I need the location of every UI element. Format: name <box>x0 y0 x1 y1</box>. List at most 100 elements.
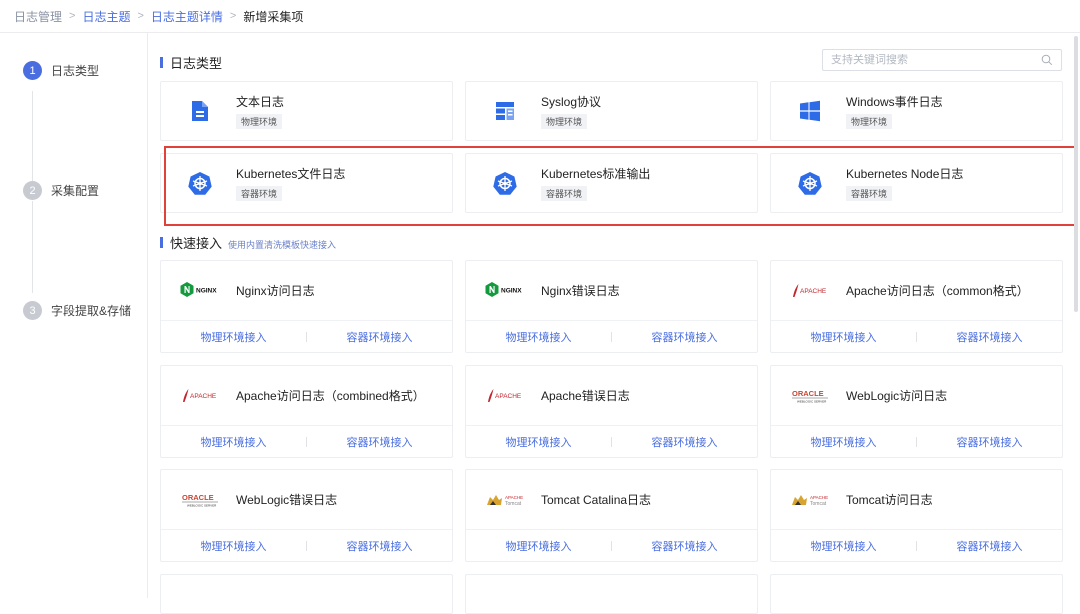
physical-env-access-link[interactable]: 物理环境接入 <box>161 434 306 450</box>
container-env-access-link[interactable]: 容器环境接入 <box>307 329 452 345</box>
log-type-card-text[interactable]: 文本日志 物理环境 <box>160 81 453 141</box>
quick-access-card: APACHE Tomcat Tomcat访问日志 物理环境接入 容器环境接入 <box>770 469 1063 562</box>
quick-card-partial[interactable] <box>770 574 1063 614</box>
step-connector <box>32 201 33 293</box>
breadcrumb-item-log-management[interactable]: 日志管理 <box>14 8 62 25</box>
quick-card-header: NGINX Nginx访问日志 <box>161 261 452 320</box>
quick-card-footer: 物理环境接入 容器环境接入 <box>161 320 452 353</box>
physical-env-access-link[interactable]: 物理环境接入 <box>161 329 306 345</box>
quick-card-title: WebLogic访问日志 <box>846 389 948 403</box>
physical-env-access-link[interactable]: 物理环境接入 <box>466 538 611 554</box>
container-env-access-link[interactable]: 容器环境接入 <box>612 434 757 450</box>
physical-env-access-link[interactable]: 物理环境接入 <box>771 538 916 554</box>
quick-access-card: NGINX Nginx访问日志 物理环境接入 容器环境接入 <box>160 260 453 353</box>
kubernetes-icon <box>798 171 822 195</box>
env-tag: 物理环境 <box>236 114 283 129</box>
quick-card-partial[interactable] <box>160 574 453 614</box>
log-type-card-windows[interactable]: Windows事件日志 物理环境 <box>770 81 1063 141</box>
breadcrumb-separator-icon: > <box>69 10 76 22</box>
quick-card-partial[interactable] <box>465 574 758 614</box>
container-env-access-link[interactable]: 容器环境接入 <box>917 329 1062 345</box>
quick-card-header: APACHE Apache访问日志（combined格式） <box>161 366 452 425</box>
step-number: 3 <box>23 301 42 320</box>
log-type-card-syslog[interactable]: Syslog协议 物理环境 <box>465 81 758 141</box>
quick-card-title: Nginx访问日志 <box>236 284 315 298</box>
breadcrumb-item-current: 新增采集项 <box>243 9 304 24</box>
top-divider <box>0 32 1080 33</box>
breadcrumb: 日志管理 > 日志主题 > 日志主题详情 > 新增采集项 <box>14 8 303 24</box>
quick-card-header: APACHE Tomcat Tomcat访问日志 <box>771 470 1062 529</box>
env-tag: 容器环境 <box>541 186 588 201</box>
quick-card-header: ORACLE WEBLOGIC SERVER WebLogic访问日志 <box>771 366 1062 425</box>
container-env-access-link[interactable]: 容器环境接入 <box>917 538 1062 554</box>
search-box[interactable] <box>822 49 1062 71</box>
step-collect-config[interactable]: 2 采集配置 <box>23 181 99 200</box>
oracle-logo-text: ORACLE <box>792 389 824 398</box>
quick-access-card: NGINX Nginx错误日志 物理环境接入 容器环境接入 <box>465 260 758 353</box>
tomcat-logo: APACHE Tomcat <box>790 490 834 510</box>
steps-sidebar: 1 日志类型 2 采集配置 3 字段提取&存储 <box>0 33 148 598</box>
oracle-logo-subtext: WEBLOGIC SERVER <box>797 399 827 403</box>
quick-card-header: NGINX Nginx错误日志 <box>466 261 757 320</box>
oracle-logo: ORACLE WEBLOGIC SERVER <box>180 490 224 510</box>
quick-card-header: ORACLE WEBLOGIC SERVER WebLogic错误日志 <box>161 470 452 529</box>
quick-card-footer: 物理环境接入 容器环境接入 <box>466 425 757 458</box>
env-tag: 物理环境 <box>846 114 893 129</box>
quick-access-card: APACHE Apache错误日志 物理环境接入 容器环境接入 <box>465 365 758 458</box>
physical-env-access-link[interactable]: 物理环境接入 <box>466 329 611 345</box>
container-env-access-link[interactable]: 容器环境接入 <box>307 538 452 554</box>
env-tag: 容器环境 <box>846 186 893 201</box>
step-log-type[interactable]: 1 日志类型 <box>23 61 99 80</box>
card-title: Kubernetes Node日志 <box>846 167 964 181</box>
quick-access-card: ORACLE WEBLOGIC SERVER WebLogic错误日志 物理环境… <box>160 469 453 562</box>
log-type-card-k8s-stdout[interactable]: Kubernetes标准输出 容器环境 <box>465 153 758 213</box>
quick-card-footer: 物理环境接入 容器环境接入 <box>771 529 1062 562</box>
oracle-logo-subtext: WEBLOGIC SERVER <box>187 503 217 507</box>
container-env-access-link[interactable]: 容器环境接入 <box>307 434 452 450</box>
step-label: 采集配置 <box>51 184 100 198</box>
step-connector <box>32 91 33 184</box>
breadcrumb-separator-icon: > <box>229 10 237 22</box>
physical-env-access-link[interactable]: 物理环境接入 <box>771 329 916 345</box>
quick-access-card: APACHE Apache访问日志（combined格式） 物理环境接入 容器环… <box>160 365 453 458</box>
quick-card-title: WebLogic错误日志 <box>236 493 338 507</box>
breadcrumb-item-log-topic[interactable]: 日志主题 <box>82 8 130 25</box>
container-env-access-link[interactable]: 容器环境接入 <box>917 434 1062 450</box>
quick-card-title: Apache错误日志 <box>541 389 630 403</box>
nginx-logo: NGINX <box>180 281 224 301</box>
quick-card-title: Apache访问日志（combined格式） <box>236 389 425 403</box>
scrollbar[interactable] <box>1074 36 1078 312</box>
physical-env-access-link[interactable]: 物理环境接入 <box>466 434 611 450</box>
apache-logo: APACHE <box>180 386 224 406</box>
quick-card-footer: 物理环境接入 容器环境接入 <box>466 529 757 562</box>
section-title-text: 快速接入 <box>170 236 223 251</box>
container-env-access-link[interactable]: 容器环境接入 <box>612 329 757 345</box>
nginx-logo-text: NGINX <box>501 287 522 294</box>
apache-logo-text: APACHE <box>495 393 522 400</box>
log-type-card-k8s-node[interactable]: Kubernetes Node日志 容器环境 <box>770 153 1063 213</box>
quick-card-footer: 物理环境接入 容器环境接入 <box>771 320 1062 353</box>
card-title: 文本日志 <box>236 95 285 109</box>
physical-env-access-link[interactable]: 物理环境接入 <box>771 434 916 450</box>
env-tag: 物理环境 <box>541 114 588 129</box>
quick-card-header: APACHE Apache错误日志 <box>466 366 757 425</box>
kubernetes-icon <box>493 171 517 195</box>
apache-logo-text: APACHE <box>800 288 827 295</box>
log-type-card-k8s-file[interactable]: Kubernetes文件日志 容器环境 <box>160 153 453 213</box>
physical-env-access-link[interactable]: 物理环境接入 <box>161 538 306 554</box>
syslog-icon <box>493 99 517 123</box>
step-number: 2 <box>23 181 42 200</box>
quick-access-card: ORACLE WEBLOGIC SERVER WebLogic访问日志 物理环境… <box>770 365 1063 458</box>
apache-logo: APACHE <box>485 386 529 406</box>
search-input[interactable] <box>831 54 1041 66</box>
container-env-access-link[interactable]: 容器环境接入 <box>612 538 757 554</box>
quick-card-footer: 物理环境接入 容器环境接入 <box>466 320 757 353</box>
section-subtitle: 使用内置清洗模板快速接入 <box>228 240 337 250</box>
card-title: Windows事件日志 <box>846 95 943 109</box>
oracle-logo: ORACLE WEBLOGIC SERVER <box>790 386 834 406</box>
apache-logo-text: APACHE <box>190 393 217 400</box>
step-field-extract-storage[interactable]: 3 字段提取&存储 <box>23 301 131 320</box>
breadcrumb-item-topic-detail[interactable]: 日志主题详情 <box>151 8 223 25</box>
search-icon[interactable] <box>1041 54 1053 66</box>
section-marker <box>160 57 163 68</box>
